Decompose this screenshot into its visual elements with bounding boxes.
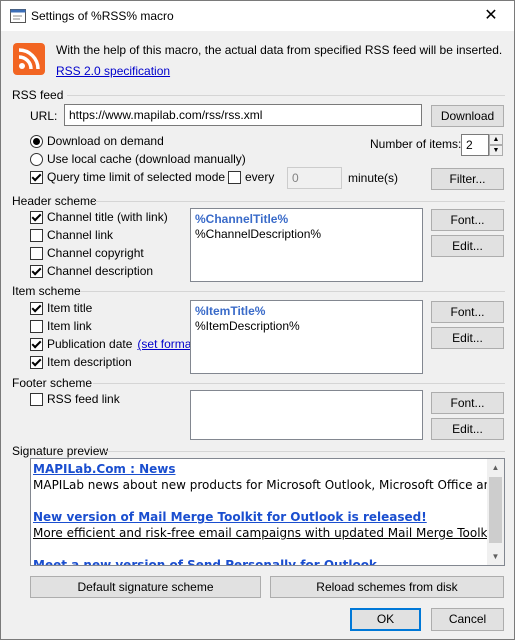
use-local-cache-label: Use local cache (download manually) — [47, 152, 246, 166]
url-input[interactable]: https://www.mapilab.com/rss/rss.xml — [64, 104, 422, 126]
every-checkbox[interactable]: every — [228, 170, 274, 184]
preview-line — [33, 541, 488, 557]
minutes-label: minute(s) — [348, 171, 399, 185]
filter-button[interactable]: Filter... — [431, 168, 504, 190]
checkbox-indicator[interactable] — [30, 228, 43, 242]
footer-scheme-group-label: Footer scheme — [12, 376, 93, 390]
intro-text: With the help of this macro, the actual … — [56, 43, 503, 57]
preview-line: More efficient and risk-free email campa… — [33, 526, 488, 540]
default-signature-scheme-button[interactable]: Default signature scheme — [30, 576, 261, 598]
rss-feed-group-label: RSS feed — [12, 88, 64, 102]
publication-date-checkbox[interactable]: Publication date (set format) — [30, 337, 199, 351]
item-link-checkbox[interactable]: Item link — [30, 319, 92, 333]
scroll-up-icon[interactable]: ▲ — [487, 459, 504, 476]
radio-indicator[interactable] — [30, 134, 43, 148]
preview-line — [33, 493, 488, 509]
checkbox-indicator[interactable] — [30, 246, 43, 260]
close-icon[interactable]: ✕ — [468, 1, 514, 31]
url-label: URL: — [30, 109, 58, 123]
preview-line: MAPILab news about new products for Micr… — [33, 478, 488, 492]
radio-indicator[interactable] — [30, 152, 43, 166]
checkbox-indicator[interactable] — [30, 319, 43, 333]
number-of-items-label: Number of items: — [370, 137, 462, 151]
checkbox-indicator[interactable] — [30, 392, 43, 406]
item-scheme-editor[interactable]: %ItemTitle% %ItemDescription% — [190, 300, 423, 374]
divider — [81, 291, 505, 292]
download-on-demand-radio[interactable]: Download on demand — [30, 134, 164, 148]
header-scheme-group-label: Header scheme — [12, 194, 97, 208]
item-description-checkbox[interactable]: Item description — [30, 355, 132, 369]
reload-schemes-button[interactable]: Reload schemes from disk — [270, 576, 504, 598]
item-title-label: Item title — [47, 301, 93, 315]
rss-spec-link[interactable]: RSS 2.0 specification — [56, 64, 170, 78]
use-local-cache-radio[interactable]: Use local cache (download manually) — [30, 152, 246, 166]
checkbox-indicator[interactable] — [30, 301, 43, 315]
footer-edit-button[interactable]: Edit... — [431, 418, 504, 440]
channel-link-label: Channel link — [47, 228, 114, 242]
rss-feed-link-label: RSS feed link — [47, 392, 120, 406]
number-of-items-input[interactable]: 2 — [461, 134, 489, 156]
item-edit-button[interactable]: Edit... — [431, 327, 504, 349]
signature-preview-box[interactable]: MAPILab.Com : News MAPILab news about ne… — [30, 458, 505, 566]
checkbox-indicator[interactable] — [30, 337, 43, 351]
every-label: every — [245, 170, 275, 184]
channel-title-label: Channel title (with link) — [47, 210, 168, 224]
footer-font-button[interactable]: Font... — [431, 392, 504, 414]
header-scheme-editor[interactable]: %ChannelTitle% %ChannelDescription% — [190, 208, 423, 282]
header-scheme-line: %ChannelDescription% — [195, 227, 322, 241]
divider — [93, 383, 505, 384]
spin-up-icon[interactable]: ▲ — [489, 134, 503, 145]
title-bar: Settings of %RSS% macro ✕ — [1, 1, 514, 31]
checkbox-indicator[interactable] — [30, 264, 43, 278]
divider — [105, 451, 505, 452]
preview-line[interactable]: MAPILab.Com : News — [33, 461, 488, 477]
item-link-label: Item link — [47, 319, 92, 333]
checkbox-indicator[interactable] — [228, 170, 241, 184]
rss-feed-link-checkbox[interactable]: RSS feed link — [30, 392, 120, 406]
rss-feed-icon — [13, 43, 45, 75]
spin-down-icon[interactable]: ▼ — [489, 145, 503, 156]
cancel-button[interactable]: Cancel — [431, 608, 504, 631]
scroll-thumb[interactable] — [489, 477, 502, 543]
ok-button[interactable]: OK — [350, 608, 421, 631]
signature-preview-group-label: Signature preview — [12, 444, 109, 458]
scroll-down-icon[interactable]: ▼ — [487, 548, 504, 565]
settings-dialog: Settings of %RSS% macro ✕ With the help … — [0, 0, 515, 640]
app-window-icon — [10, 9, 26, 23]
every-minutes-input[interactable]: 0 — [287, 167, 342, 189]
item-font-button[interactable]: Font... — [431, 301, 504, 323]
header-edit-button[interactable]: Edit... — [431, 235, 504, 257]
channel-description-checkbox[interactable]: Channel description — [30, 264, 153, 278]
preview-line[interactable]: New version of Mail Merge Toolkit for Ou… — [33, 509, 488, 525]
item-description-label: Item description — [47, 355, 132, 369]
checkbox-indicator[interactable] — [30, 170, 43, 184]
query-time-limit-checkbox[interactable]: Query time limit of selected mode — [30, 170, 225, 184]
channel-copyright-label: Channel copyright — [47, 246, 144, 260]
divider — [67, 95, 505, 96]
channel-link-checkbox[interactable]: Channel link — [30, 228, 113, 242]
download-button[interactable]: Download — [431, 105, 504, 127]
channel-description-label: Channel description — [47, 264, 154, 278]
channel-title-checkbox[interactable]: Channel title (with link) — [30, 210, 168, 224]
download-on-demand-label: Download on demand — [47, 134, 164, 148]
signature-preview-content: MAPILab.Com : News MAPILab news about ne… — [33, 461, 488, 565]
query-time-limit-label: Query time limit of selected mode — [47, 170, 226, 184]
item-title-checkbox[interactable]: Item title — [30, 301, 92, 315]
item-scheme-line: %ItemDescription% — [195, 319, 300, 333]
header-scheme-line: %ChannelTitle% — [195, 212, 289, 226]
item-scheme-group-label: Item scheme — [12, 284, 81, 298]
publication-date-label: Publication date — [47, 337, 133, 351]
footer-scheme-editor[interactable] — [190, 390, 423, 440]
checkbox-indicator[interactable] — [30, 210, 43, 224]
preview-scrollbar[interactable]: ▲ ▼ — [487, 459, 504, 565]
item-scheme-line: %ItemTitle% — [195, 304, 266, 318]
window-title: Settings of %RSS% macro — [31, 9, 174, 23]
divider — [95, 201, 505, 202]
header-font-button[interactable]: Font... — [431, 209, 504, 231]
checkbox-indicator[interactable] — [30, 355, 43, 369]
channel-copyright-checkbox[interactable]: Channel copyright — [30, 246, 144, 260]
preview-line[interactable]: Meet a new version of Send Personally fo… — [33, 557, 488, 565]
